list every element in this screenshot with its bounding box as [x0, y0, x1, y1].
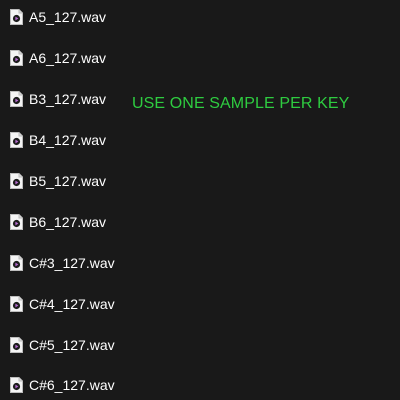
file-item-b6[interactable]: B6_127.wav — [10, 211, 106, 233]
audio-file-icon — [10, 9, 23, 25]
audio-file-icon — [10, 377, 23, 393]
file-name: B3_127.wav — [29, 91, 107, 107]
file-item-csharp6[interactable]: C#6_127.wav — [10, 374, 115, 396]
file-item-b5[interactable]: B5_127.wav — [10, 170, 106, 192]
file-item-b3[interactable]: B3_127.wav — [10, 88, 106, 110]
file-item-a6[interactable]: A6_127.wav — [10, 47, 106, 69]
file-list: A5_127.wav A6_127.wav B3_127.wav B4_127.… — [0, 0, 400, 400]
audio-file-icon — [10, 214, 23, 230]
file-name: B4_127.wav — [29, 132, 107, 148]
file-item-csharp3[interactable]: C#3_127.wav — [10, 252, 115, 274]
file-name: B5_127.wav — [29, 173, 107, 189]
audio-file-icon — [10, 50, 23, 66]
file-name: C#3_127.wav — [29, 255, 115, 271]
file-name: C#6_127.wav — [29, 377, 115, 393]
annotation-text: USE ONE SAMPLE PER KEY — [132, 95, 350, 112]
audio-file-icon — [10, 255, 23, 271]
file-item-b4[interactable]: B4_127.wav — [10, 129, 106, 151]
file-item-a5[interactable]: A5_127.wav — [10, 6, 106, 28]
file-name: A6_127.wav — [29, 50, 107, 66]
file-name: B6_127.wav — [29, 214, 107, 230]
file-item-csharp4[interactable]: C#4_127.wav — [10, 293, 115, 315]
file-name: C#4_127.wav — [29, 296, 115, 312]
file-name: C#5_127.wav — [29, 337, 115, 353]
audio-file-icon — [10, 337, 23, 353]
audio-file-icon — [10, 296, 23, 312]
file-name: A5_127.wav — [29, 9, 107, 25]
file-item-csharp5[interactable]: C#5_127.wav — [10, 334, 115, 356]
audio-file-icon — [10, 132, 23, 148]
audio-file-icon — [10, 173, 23, 189]
audio-file-icon — [10, 91, 23, 107]
